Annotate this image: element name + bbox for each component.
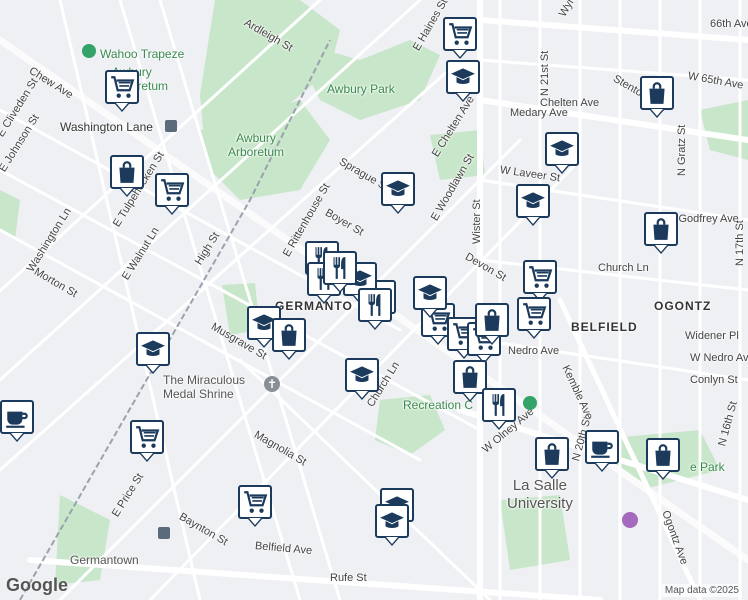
street-label: Widener Pl xyxy=(685,330,739,342)
poi-pin-restaurant[interactable] xyxy=(358,288,392,330)
cart-icon xyxy=(527,264,553,290)
poi-pin-cart[interactable] xyxy=(517,297,551,339)
germantown-area-label: GERMANTO xyxy=(275,299,353,313)
cart-icon xyxy=(109,74,135,100)
poi-pin-cart[interactable] xyxy=(130,420,164,462)
cart-icon xyxy=(159,177,185,203)
poi-pin-school[interactable] xyxy=(136,332,170,374)
miraculous-medal-shrine-label[interactable]: The Miraculous Medal Shrine xyxy=(163,373,245,401)
poi-pin-cafe[interactable] xyxy=(0,400,34,442)
street-label: N 17th St xyxy=(734,220,746,266)
bag-icon xyxy=(648,216,674,242)
poi-pin-cart[interactable] xyxy=(523,260,557,302)
cart-icon xyxy=(521,301,547,327)
poi-pin-bag[interactable] xyxy=(640,76,674,118)
street-label: Medary Ave xyxy=(510,107,568,119)
bag-icon xyxy=(650,442,676,468)
cafe-icon xyxy=(589,434,615,460)
bag-icon xyxy=(539,441,565,467)
poi-pin-bag[interactable] xyxy=(272,318,306,360)
poi-pin-school[interactable] xyxy=(446,60,480,102)
poi-pin-cafe[interactable] xyxy=(585,430,619,472)
school-icon xyxy=(379,508,405,534)
school-icon xyxy=(549,136,575,162)
poi-pin-bag[interactable] xyxy=(646,438,680,480)
belfield-area-label: BELFIELD xyxy=(571,320,638,334)
church-marker-icon[interactable]: ✝ xyxy=(264,376,280,392)
school-icon xyxy=(417,280,443,306)
street-label: 66th Ave xyxy=(710,18,748,30)
train-station-icon[interactable] xyxy=(158,527,170,539)
poi-pin-restaurant[interactable] xyxy=(482,388,516,430)
poi-pin-school[interactable] xyxy=(345,358,379,400)
poi-pin-school[interactable] xyxy=(413,276,447,318)
recreation-marker-icon[interactable] xyxy=(523,396,537,410)
school-icon xyxy=(520,188,546,214)
cafe-icon xyxy=(4,404,30,430)
school-icon xyxy=(450,64,476,90)
school-icon xyxy=(349,362,375,388)
poi-pin-bag[interactable] xyxy=(110,155,144,197)
street-label: N Gratz St xyxy=(676,124,688,176)
poi-pin-school[interactable] xyxy=(516,184,550,226)
park-label-partial: e Park xyxy=(690,460,725,474)
poi-pin-school[interactable] xyxy=(545,132,579,174)
bag-icon xyxy=(114,159,140,185)
restaurant-icon xyxy=(327,255,353,281)
recreation-marker-icon[interactable] xyxy=(82,44,96,58)
university-marker-icon[interactable] xyxy=(622,512,638,528)
map-attribution[interactable]: Map data ©2025 xyxy=(661,584,742,597)
cart-icon xyxy=(242,489,268,515)
poi-pin-bag[interactable] xyxy=(644,212,678,254)
google-logo: Google xyxy=(6,575,68,595)
cart-icon xyxy=(447,21,473,47)
street-label: Nedro Ave xyxy=(508,345,560,357)
la-salle-university-label[interactable]: La Salle University xyxy=(507,477,573,513)
ogontz-area-label: OGONTZ xyxy=(654,299,712,313)
poi-pin-restaurant[interactable] xyxy=(323,251,357,293)
poi-pin-cart[interactable] xyxy=(443,17,477,59)
poi-pin-school[interactable] xyxy=(381,172,415,214)
school-icon xyxy=(140,336,166,362)
street-label: Conlyn St xyxy=(690,374,738,386)
restaurant-icon xyxy=(362,292,388,318)
street-label: N 21st St xyxy=(539,50,551,96)
restaurant-icon xyxy=(486,392,512,418)
awbury-arboretum-center-label: Awbury Arboretum xyxy=(228,131,285,159)
street-label: Church Ln xyxy=(598,262,649,274)
wahoo-trapeze-label[interactable]: Wahoo Trapeze xyxy=(100,47,184,61)
street-label: Wister St xyxy=(471,199,483,244)
poi-pin-school[interactable] xyxy=(375,504,409,546)
poi-pin-bag[interactable] xyxy=(535,437,569,479)
bag-icon xyxy=(644,80,670,106)
awbury-park-label: Awbury Park xyxy=(327,82,395,96)
poi-pin-cart[interactable] xyxy=(238,485,272,527)
cart-icon xyxy=(134,424,160,450)
street-label: W Nedro Ave xyxy=(690,352,748,364)
poi-pin-cart[interactable] xyxy=(105,70,139,112)
bag-icon xyxy=(457,364,483,390)
bag-icon xyxy=(479,307,505,333)
poi-pin-bag[interactable] xyxy=(475,303,509,345)
street-label: Rufe St xyxy=(330,572,367,584)
train-station-icon[interactable] xyxy=(165,120,177,132)
bag-icon xyxy=(276,322,302,348)
washington-lane-station-label[interactable]: Washington Lane xyxy=(60,120,153,134)
poi-pin-cart[interactable] xyxy=(155,173,189,215)
school-icon xyxy=(385,176,411,202)
germantown-station-label[interactable]: Germantown xyxy=(70,553,139,567)
